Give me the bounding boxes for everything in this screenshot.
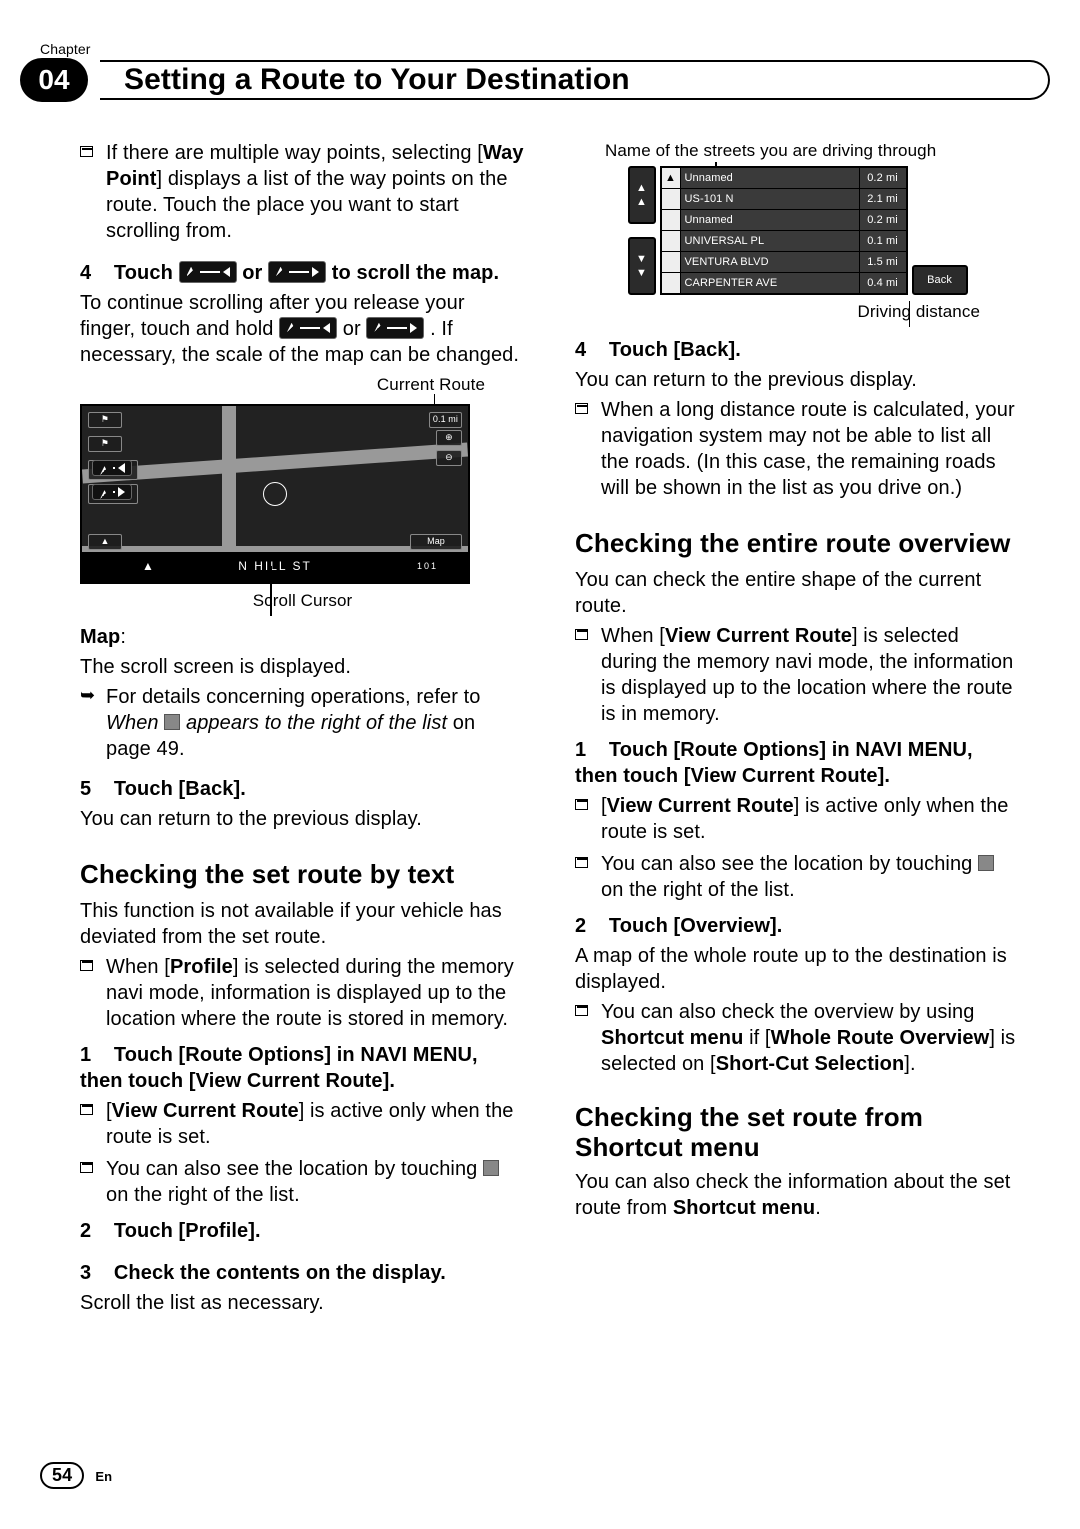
list-jump-icon [978, 855, 994, 871]
map-ref: For details concerning operations, refer… [80, 684, 525, 762]
h2b-body: You can check the entire shape of the cu… [575, 567, 1020, 619]
h2c-body: You can also check the information about… [575, 1169, 1020, 1221]
caption-scroll-cursor: Scroll Cursor [80, 590, 525, 612]
scroll-right-icon [366, 317, 424, 339]
page-title: Setting a Route to Your Destination [100, 60, 1050, 100]
heading-check-text: Checking the set route by text [80, 858, 525, 892]
right-s1-b2: You can also see the location by touchin… [575, 851, 1020, 903]
right-step4-bullet: When a long distance route is calculated… [575, 397, 1020, 501]
right-step4-num: 4 [575, 339, 586, 361]
chapter-label: Chapter [40, 40, 91, 58]
left-s1-num: 1 [80, 1044, 91, 1066]
heading-shortcut: Checking the set route from Shortcut men… [575, 1103, 1020, 1163]
page-header: 04 Setting a Route to Your Destination [20, 58, 1050, 102]
step-4-body: To continue scrolling after you release … [80, 290, 525, 368]
route-row: ▲Unnamed0.2 mi [662, 168, 906, 189]
scroll-left-icon [179, 261, 237, 283]
right-s2-body: A map of the whole route up to the desti… [575, 943, 1020, 995]
left-column: If there are multiple way points, select… [80, 140, 525, 1320]
step-5-num: 5 [80, 778, 91, 800]
back-button-icon: Back [912, 265, 968, 295]
chapter-number-badge: 04 [20, 58, 88, 102]
map-text: The scroll screen is displayed. [80, 654, 525, 680]
left-s2-num: 2 [80, 1220, 91, 1242]
route-row: VENTURA BLVD1.5 mi [662, 252, 906, 273]
right-s2-num: 2 [575, 915, 586, 937]
right-step4-body: You can return to the previous display. [575, 367, 1020, 393]
caption-current-route: Current Route [80, 374, 525, 396]
step-5-body: You can return to the previous display. [80, 806, 525, 832]
h2a-body: This function is not available if your v… [80, 898, 525, 950]
h2a-bullet: When [Profile] is selected during the me… [80, 954, 525, 1032]
list-jump-icon [483, 1160, 499, 1176]
left-s3-body: Scroll the list as necessary. [80, 1290, 525, 1316]
caption-driving-distance: Driving distance [575, 301, 1020, 323]
right-column: Name of the streets you are driving thro… [575, 140, 1020, 1320]
scroll-right-icon [268, 261, 326, 283]
step-4-num: 4 [80, 262, 91, 284]
caption-street-names: Name of the streets you are driving thro… [605, 140, 1020, 162]
note-waypoints: If there are multiple way points, select… [80, 140, 525, 244]
right-s1-b1: [View Current Route] is active only when… [575, 793, 1020, 845]
h2b-bullet: When [View Current Route] is selected du… [575, 623, 1020, 727]
map-heading: Map [80, 626, 120, 648]
route-profile-screenshot: ▲▲ ▼▼ ▲Unnamed0.2 miUS-101 N2.1 miUnname… [628, 166, 968, 295]
scroll-up-icon: ▲▲ [628, 166, 656, 224]
list-jump-icon [164, 714, 180, 730]
left-s3-num: 3 [80, 1262, 91, 1284]
manual-page: Chapter 04 Setting a Route to Your Desti… [0, 0, 1080, 1529]
right-s1-num: 1 [575, 739, 586, 761]
scroll-down-icon: ▼▼ [628, 237, 656, 295]
map-screenshot: ⚑ ⚑ ▲ ⚑ 0.4 mi 0.1 mi ⊕ ⊖ Map Back ▲ N H… [80, 404, 470, 584]
page-number: 54 [40, 1462, 84, 1489]
route-row: UNIVERSAL PL0.1 mi [662, 231, 906, 252]
route-row: US-101 N2.1 mi [662, 189, 906, 210]
heading-overview: Checking the entire route overview [575, 527, 1020, 561]
right-s2-bullet: You can also check the overview by using… [575, 999, 1020, 1077]
route-row: CARPENTER AVE0.4 mi [662, 273, 906, 293]
page-footer: 54 En [40, 1462, 112, 1489]
left-s1-b2: You can also see the location by touchin… [80, 1156, 525, 1208]
scroll-left-icon [279, 317, 337, 339]
route-row: Unnamed0.2 mi [662, 210, 906, 231]
left-s1-b1: [View Current Route] is active only when… [80, 1098, 525, 1150]
page-lang: En [95, 1469, 112, 1484]
